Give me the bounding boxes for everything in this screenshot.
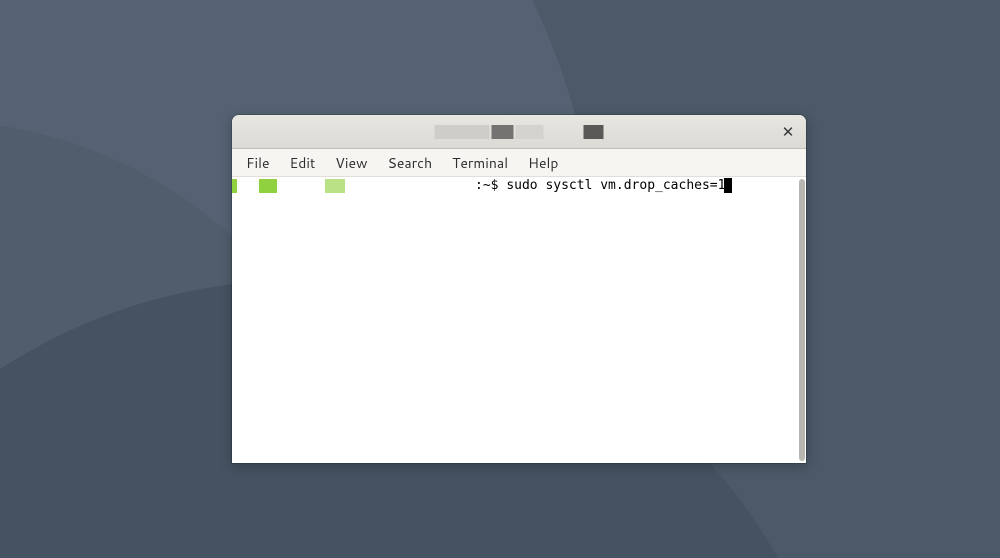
menu-view[interactable]: View	[325, 149, 377, 177]
redacted-text	[435, 125, 490, 139]
redacted-text	[492, 125, 514, 139]
redacted-text	[584, 125, 604, 139]
prompt-suffix: :~$	[475, 177, 506, 194]
window-title-redacted	[435, 125, 604, 139]
menubar: File Edit View Search Terminal Help	[232, 149, 806, 177]
scrollbar-track[interactable]	[799, 179, 805, 461]
terminal-content[interactable]: :~$ sudo sysctl vm.drop_caches=1	[232, 177, 806, 463]
prompt-host-redacted	[325, 179, 345, 193]
terminal-cursor	[724, 178, 732, 193]
menu-file[interactable]: File	[236, 149, 280, 177]
close-icon: ✕	[782, 121, 795, 142]
terminal-line: :~$ sudo sysctl vm.drop_caches=1	[232, 177, 806, 194]
prompt-user-redacted	[259, 179, 277, 193]
scrollbar-thumb[interactable]	[799, 179, 805, 461]
menu-terminal[interactable]: Terminal	[442, 149, 518, 177]
menu-help[interactable]: Help	[518, 149, 568, 177]
command-text: sudo sysctl vm.drop_caches=1	[506, 177, 725, 194]
close-button[interactable]: ✕	[776, 120, 800, 144]
menu-search[interactable]: Search	[378, 149, 443, 177]
terminal-window: ✕ File Edit View Search Terminal Help :~…	[232, 115, 806, 463]
redacted-text	[516, 125, 544, 139]
menu-edit[interactable]: Edit	[280, 149, 326, 177]
prompt-user-redacted	[232, 179, 237, 193]
window-titlebar[interactable]: ✕	[232, 115, 806, 149]
